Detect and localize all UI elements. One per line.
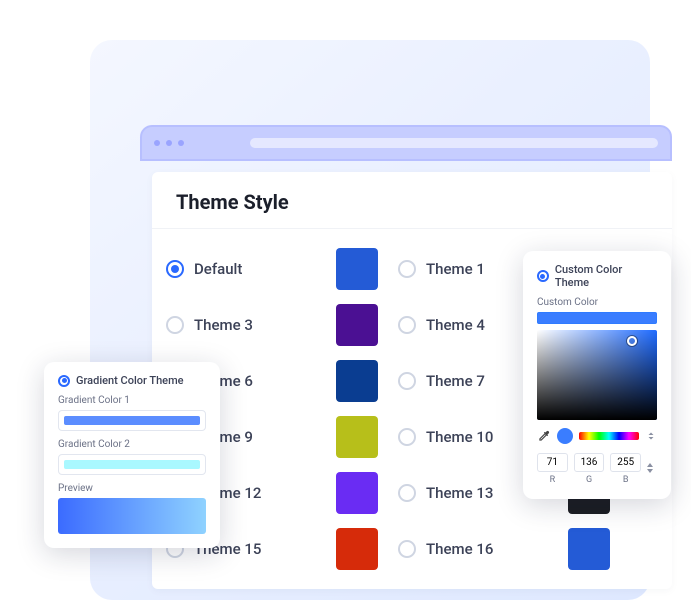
hue-slider[interactable] (579, 432, 639, 440)
theme-swatch-cell (336, 416, 398, 458)
theme-label: Theme 7 (426, 372, 485, 390)
custom-color-label: Custom Color (537, 297, 657, 308)
radio-icon[interactable] (398, 260, 416, 278)
rgb-stepper[interactable] (647, 450, 657, 485)
window-dot-icon (154, 140, 160, 146)
chevron-up-icon[interactable] (647, 463, 653, 467)
window-dot-icon (166, 140, 172, 146)
color-bar (64, 460, 200, 469)
theme-label: Theme 13 (426, 484, 493, 502)
window-dot-icon (178, 140, 184, 146)
rgb-g-label: G (574, 475, 605, 485)
page-title: Theme Style (176, 190, 648, 214)
theme-option[interactable]: Theme 3 (166, 316, 336, 334)
rgb-b-input[interactable] (610, 453, 641, 472)
address-bar-placeholder (250, 138, 658, 148)
theme-swatch (336, 528, 378, 570)
current-color-dot (557, 428, 573, 444)
theme-label: Theme 1 (426, 260, 485, 278)
theme-swatch-cell (336, 304, 398, 346)
saturation-value-area[interactable] (537, 330, 657, 420)
custom-color-popover: Custom Color Theme Custom Color R G B (523, 251, 671, 499)
radio-icon[interactable] (398, 372, 416, 390)
gradient-popover-title: Gradient Color Theme (76, 374, 184, 387)
theme-swatch-cell (336, 472, 398, 514)
theme-label: Default (194, 260, 242, 278)
radio-icon[interactable] (398, 316, 416, 334)
color-bar (64, 416, 200, 425)
radio-selected-icon[interactable] (166, 260, 184, 278)
theme-swatch (336, 360, 378, 402)
theme-label: Theme 4 (426, 316, 485, 334)
gradient-color-1-field[interactable] (58, 410, 206, 431)
gradient-preview (58, 498, 206, 534)
custom-popover-title: Custom Color Theme (555, 263, 657, 289)
radio-icon[interactable] (166, 316, 184, 334)
theme-swatch (568, 528, 610, 570)
card-header: Theme Style (152, 172, 672, 229)
browser-chrome (140, 125, 672, 161)
radio-icon[interactable] (398, 428, 416, 446)
theme-option[interactable]: Default (166, 260, 336, 278)
theme-swatch-cell (336, 248, 398, 290)
radio-icon[interactable] (398, 484, 416, 502)
preview-label: Preview (58, 483, 206, 494)
theme-swatch-cell (336, 360, 398, 402)
theme-swatch-cell (568, 528, 630, 570)
gradient-theme-popover: Gradient Color Theme Gradient Color 1 Gr… (44, 362, 220, 548)
rgb-r-label: R (537, 475, 568, 485)
theme-row: Theme 15Theme 16 (166, 521, 658, 577)
theme-label: Theme 3 (194, 316, 253, 334)
radio-selected-icon[interactable] (58, 375, 70, 387)
rgb-b-label: B (610, 475, 641, 485)
gradient-color-2-label: Gradient Color 2 (58, 439, 206, 450)
gradient-color-1-label: Gradient Color 1 (58, 395, 206, 406)
theme-label: Theme 16 (426, 540, 493, 558)
theme-option[interactable]: Theme 16 (398, 540, 568, 558)
eyedropper-icon[interactable] (537, 429, 551, 443)
theme-label: Theme 10 (426, 428, 493, 446)
theme-swatch-cell (336, 528, 398, 570)
custom-color-swatch[interactable] (537, 312, 657, 324)
sv-handle-icon[interactable] (627, 336, 637, 346)
radio-selected-icon[interactable] (537, 270, 549, 282)
theme-swatch (336, 472, 378, 514)
theme-swatch (336, 248, 378, 290)
chevron-down-icon[interactable] (647, 469, 653, 473)
theme-swatch (336, 304, 378, 346)
rgb-g-input[interactable] (574, 453, 605, 472)
rgb-r-input[interactable] (537, 453, 568, 472)
theme-swatch (336, 416, 378, 458)
radio-icon[interactable] (398, 540, 416, 558)
gradient-color-2-field[interactable] (58, 454, 206, 475)
expand-icon[interactable] (645, 430, 657, 442)
